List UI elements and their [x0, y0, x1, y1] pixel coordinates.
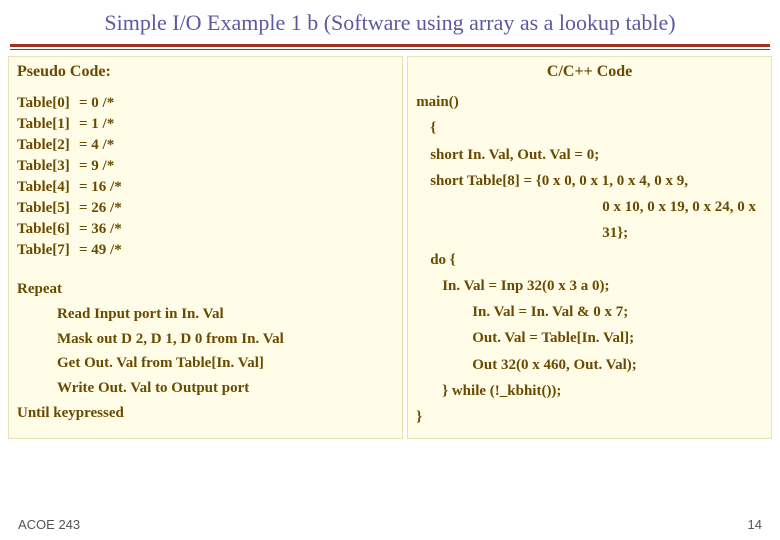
table-row: Table[4]= 16 /* — [17, 177, 394, 198]
table-key: Table[7] — [17, 240, 79, 261]
repeat-keyword: Repeat — [17, 277, 394, 302]
cpp-line: In. Val = In. Val & 0 x 7; — [416, 299, 763, 325]
table-row: Table[0]= 0 /* — [17, 93, 394, 114]
table-key: Table[4] — [17, 177, 79, 198]
title-rule-thin — [10, 49, 770, 50]
table-row: Table[5]= 26 /* — [17, 198, 394, 219]
cpp-heading: C/C++ Code — [416, 63, 763, 81]
repeat-block: Repeat Read Input port in In. Val Mask o… — [17, 277, 394, 426]
cpp-line: main() — [416, 89, 763, 115]
table-init-block: Table[0]= 0 /* Table[1]= 1 /* Table[2]= … — [17, 93, 394, 261]
table-key: Table[0] — [17, 93, 79, 114]
table-val: = 49 /* — [79, 240, 122, 261]
cpp-line: { — [416, 115, 763, 141]
table-row: Table[2]= 4 /* — [17, 135, 394, 156]
table-val: = 4 /* — [79, 135, 114, 156]
table-key: Table[3] — [17, 156, 79, 177]
table-val: = 26 /* — [79, 198, 122, 219]
table-row: Table[7]= 49 /* — [17, 240, 394, 261]
cpp-line: 0 x 10, 0 x 19, 0 x 24, 0 x 31}; — [416, 194, 763, 247]
repeat-line: Write Out. Val to Output port — [17, 376, 394, 401]
pseudo-code-heading: Pseudo Code: — [17, 63, 394, 81]
table-row: Table[3]= 9 /* — [17, 156, 394, 177]
table-key: Table[5] — [17, 198, 79, 219]
table-key: Table[1] — [17, 114, 79, 135]
table-val: = 16 /* — [79, 177, 122, 198]
repeat-line: Mask out D 2, D 1, D 0 from In. Val — [17, 327, 394, 352]
cpp-line: } while (!_kbhit()); — [416, 378, 763, 404]
table-val: = 1 /* — [79, 114, 114, 135]
title-rule-thick — [10, 44, 770, 47]
table-val: = 0 /* — [79, 93, 114, 114]
cpp-block: main() { short In. Val, Out. Val = 0; sh… — [416, 89, 763, 430]
cpp-line: short In. Val, Out. Val = 0; — [416, 142, 763, 168]
until-keyword: Until keypressed — [17, 401, 394, 426]
cpp-line: Out. Val = Table[In. Val]; — [416, 325, 763, 351]
page-number: 14 — [748, 517, 762, 532]
cpp-line: } — [416, 404, 763, 430]
table-row: Table[1]= 1 /* — [17, 114, 394, 135]
repeat-line: Read Input port in In. Val — [17, 302, 394, 327]
footer: ACOE 243 14 — [18, 517, 762, 532]
table-row: Table[6]= 36 /* — [17, 219, 394, 240]
table-val: = 9 /* — [79, 156, 114, 177]
cpp-line: do { — [416, 247, 763, 273]
footer-source: ACOE 243 — [18, 517, 80, 532]
pseudo-code-panel: Pseudo Code: Table[0]= 0 /* Table[1]= 1 … — [8, 56, 403, 439]
cpp-code-panel: C/C++ Code main() { short In. Val, Out. … — [407, 56, 772, 439]
columns: Pseudo Code: Table[0]= 0 /* Table[1]= 1 … — [0, 56, 780, 439]
slide-title: Simple I/O Example 1 b (Software using a… — [0, 0, 780, 42]
table-val: = 36 /* — [79, 219, 122, 240]
cpp-line: Out 32(0 x 460, Out. Val); — [416, 352, 763, 378]
cpp-line: short Table[8] = {0 x 0, 0 x 1, 0 x 4, 0… — [416, 168, 763, 194]
cpp-line: In. Val = Inp 32(0 x 3 a 0); — [416, 273, 763, 299]
repeat-line: Get Out. Val from Table[In. Val] — [17, 351, 394, 376]
table-key: Table[2] — [17, 135, 79, 156]
table-key: Table[6] — [17, 219, 79, 240]
